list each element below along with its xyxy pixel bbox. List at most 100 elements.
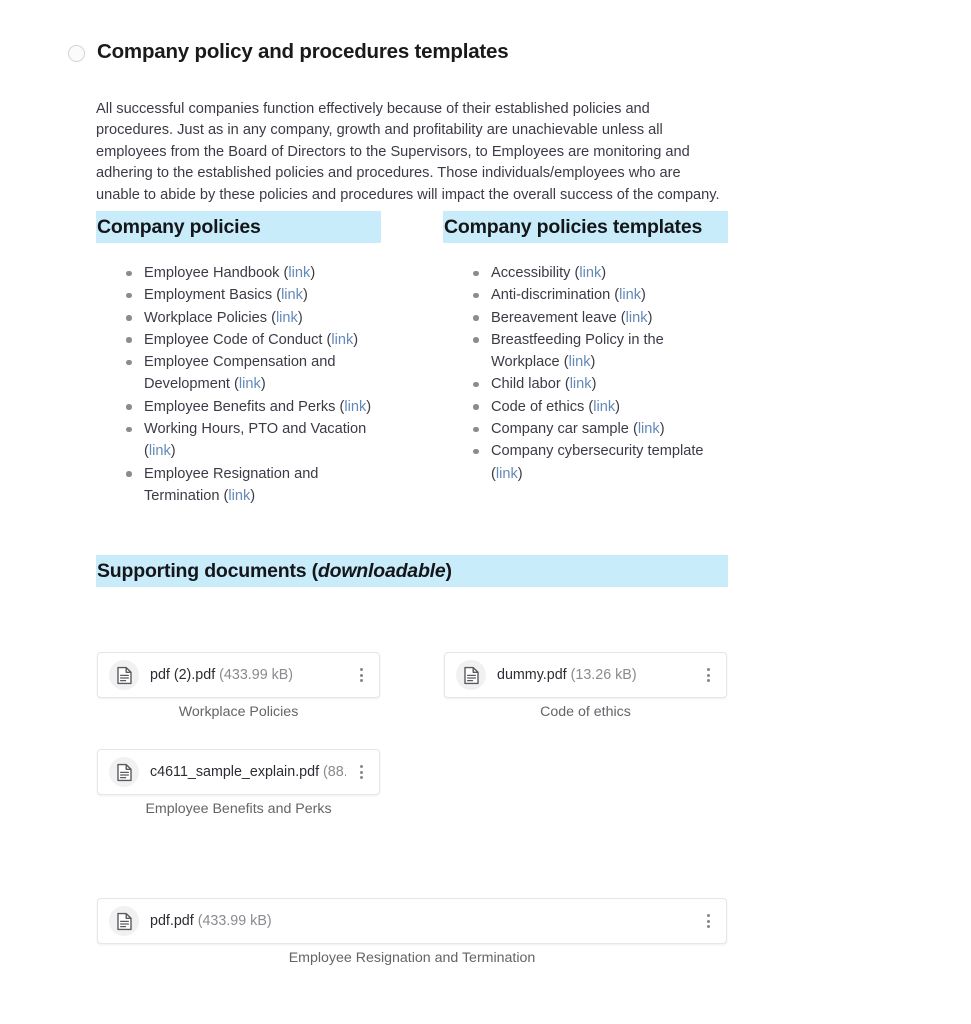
paren-close: ) <box>591 376 597 393</box>
document-icon <box>109 660 139 690</box>
heading-company-policies-templates: Company policies templates <box>443 211 728 243</box>
policy-link[interactable]: link <box>593 399 615 415</box>
policy-item-label: Employee Handbook ( <box>144 265 289 281</box>
file-name-label: dummy.pdf (13.26 kB) <box>497 667 693 683</box>
policy-link[interactable]: link <box>276 310 298 326</box>
document-icon <box>109 906 139 936</box>
file-name: c4611_sample_explain.pdf <box>150 764 320 780</box>
paren-close: ) <box>659 421 665 438</box>
file-card[interactable]: c4611_sample_explain.pdf (88.... <box>97 749 380 795</box>
kebab-menu-icon[interactable] <box>352 664 370 686</box>
paren-close: ) <box>517 465 523 482</box>
template-item-label: Bereavement leave ( <box>491 309 626 326</box>
intro-paragraph: All successful companies function effect… <box>96 100 720 203</box>
policy-link[interactable]: link <box>344 399 366 415</box>
document-icon <box>109 757 139 787</box>
list-item: Accessibility (link) <box>473 262 723 284</box>
list-item: Employee Resignation and Termination (li… <box>126 463 376 508</box>
heading-company-policies-templates-label: Company policies templates <box>444 216 703 238</box>
file-name-label: pdf.pdf (433.99 kB) <box>150 913 693 929</box>
heading-company-policies: Company policies <box>96 211 381 243</box>
policy-link[interactable]: link <box>281 287 303 303</box>
paren-close: ) <box>260 376 266 393</box>
file-name: dummy.pdf <box>497 667 567 683</box>
file-card[interactable]: pdf.pdf (433.99 kB) <box>97 898 727 944</box>
list-item: Company cybersecurity template (link) <box>473 440 723 485</box>
policy-item-label: Employment Basics ( <box>144 287 282 304</box>
policy-link[interactable]: link <box>288 265 310 281</box>
policy-link[interactable]: link <box>496 466 518 482</box>
file-caption: Workplace Policies <box>178 704 299 720</box>
file-name: pdf (2).pdf <box>150 667 216 683</box>
document-page: Company policy and procedures templates … <box>0 0 971 1024</box>
circle-outline-icon[interactable] <box>68 44 85 62</box>
template-item-label: Accessibility ( <box>491 265 580 281</box>
policy-link[interactable]: link <box>228 488 250 504</box>
template-item-label: Company car sample ( <box>491 421 638 438</box>
supporting-documents-emphasis: downloadable <box>317 560 446 582</box>
policy-link[interactable]: link <box>239 376 261 392</box>
file-name-label: c4611_sample_explain.pdf (88.... <box>150 764 346 780</box>
file-size: (433.99 kB) <box>219 667 294 683</box>
template-item-label: Child labor ( <box>491 376 570 393</box>
paren-close: ) <box>601 265 607 281</box>
heading-company-policies-label: Company policies <box>97 216 261 238</box>
file-size: (88.... <box>323 764 346 780</box>
paren-close: ) <box>297 309 303 326</box>
paren-close: ) <box>250 487 256 504</box>
policy-item-label: Workplace Policies ( <box>144 309 276 326</box>
file-caption: Employee Resignation and Termination <box>288 950 536 966</box>
list-item: Company car sample (link) <box>473 418 723 440</box>
list-item: Breastfeeding Policy in the Workplace (l… <box>473 329 723 374</box>
supporting-documents-prefix: Supporting documents ( <box>97 560 318 582</box>
paren-close: ) <box>353 331 359 348</box>
policy-link[interactable]: link <box>638 421 660 437</box>
supporting-documents-suffix: ) <box>445 560 453 582</box>
kebab-menu-icon[interactable] <box>699 910 717 932</box>
policy-link[interactable]: link <box>619 287 641 303</box>
file-card[interactable]: dummy.pdf (13.26 kB) <box>444 652 727 698</box>
file-name: pdf.pdf <box>150 913 194 929</box>
policy-link[interactable]: link <box>331 332 353 348</box>
paren-close: ) <box>170 443 176 460</box>
policy-link[interactable]: link <box>579 265 601 281</box>
policy-link[interactable]: link <box>569 354 591 370</box>
list-item: Child labor (link) <box>473 373 723 395</box>
kebab-menu-icon[interactable] <box>352 761 370 783</box>
file-caption: Employee Benefits and Perks <box>145 801 332 817</box>
list-item: Employee Code of Conduct (link) <box>126 329 376 351</box>
policy-item-label: Employee Benefits and Perks ( <box>144 398 345 415</box>
file-caption: Code of ethics <box>540 704 631 720</box>
list-item: Employee Handbook (link) <box>126 262 376 284</box>
paren-close: ) <box>310 265 316 281</box>
list-item: Bereavement leave (link) <box>473 307 723 329</box>
list-item: Employment Basics (link) <box>126 284 376 306</box>
file-card[interactable]: pdf (2).pdf (433.99 kB) <box>97 652 380 698</box>
list-company-policies: Employee Handbook (link) Employment Basic… <box>126 262 376 507</box>
kebab-menu-icon[interactable] <box>699 664 717 686</box>
heading-supporting-documents: Supporting documents (downloadable) <box>96 555 728 587</box>
file-name-label: pdf (2).pdf (433.99 kB) <box>150 667 346 683</box>
paren-close: ) <box>647 309 653 326</box>
template-item-label: Code of ethics ( <box>491 398 594 415</box>
list-item: Anti-discrimination (link) <box>473 284 723 306</box>
list-item: Employee Benefits and Perks (link) <box>126 396 376 418</box>
policy-link[interactable]: link <box>626 310 648 326</box>
list-item: Employee Compensation and Development (l… <box>126 351 376 396</box>
policy-link[interactable]: link <box>570 376 592 392</box>
policy-item-label: Working Hours, PTO and Vacation ( <box>144 421 367 460</box>
list-item: Working Hours, PTO and Vacation (link) <box>126 418 376 463</box>
policy-link[interactable]: link <box>149 443 171 459</box>
paren-close: ) <box>366 398 372 415</box>
list-item: Workplace Policies (link) <box>126 307 376 329</box>
paren-close: ) <box>615 398 620 415</box>
page-title: Company policy and procedures templates <box>97 40 509 63</box>
paren-close: ) <box>590 354 596 371</box>
policy-item-label: Employee Code of Conduct ( <box>144 331 332 348</box>
file-size: (13.26 kB) <box>570 667 637 683</box>
document-icon <box>456 660 486 690</box>
template-item-label: Company cybersecurity template ( <box>491 443 704 482</box>
paren-close: ) <box>302 287 308 304</box>
paren-close: ) <box>641 287 646 304</box>
page-title-row: Company policy and procedures templates <box>68 40 509 64</box>
